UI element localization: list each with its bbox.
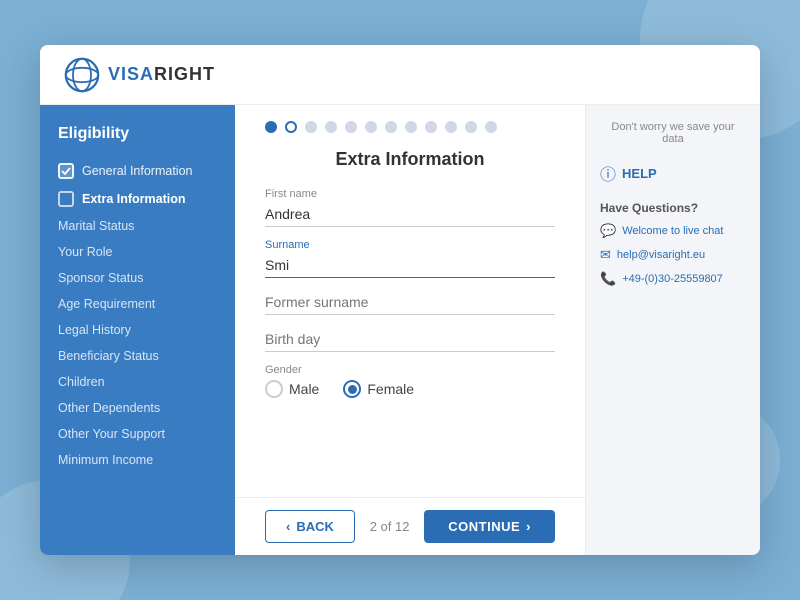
- firstname-field: First name: [265, 188, 555, 227]
- former-surname-field: [265, 290, 555, 315]
- email-icon: ✉: [600, 247, 611, 263]
- sidebar-item-legal[interactable]: Legal History: [40, 317, 235, 343]
- form-title: Extra Information: [265, 149, 555, 170]
- contact-phone[interactable]: 📞 +49-(0)30-25559807: [600, 271, 746, 287]
- radio-female-label: Female: [367, 381, 414, 397]
- birthday-input[interactable]: [265, 327, 555, 352]
- birthday-field: [265, 327, 555, 352]
- main-content: Extra Information First name Surname: [235, 105, 585, 497]
- sidebar-item-other-support[interactable]: Other Your Support: [40, 421, 235, 447]
- sidebar-item-other-dep[interactable]: Other Dependents: [40, 395, 235, 421]
- logo-text: VISARIGHT: [108, 64, 215, 85]
- back-button[interactable]: ‹ BACK: [265, 510, 355, 543]
- footer: ‹ BACK 2 of 12 CONTINUE ›: [235, 497, 585, 555]
- sidebar-item-marital[interactable]: Marital Status: [40, 213, 235, 239]
- phone-icon: 📞: [600, 271, 616, 287]
- continue-chevron-icon: ›: [526, 519, 531, 534]
- sidebar-item-age[interactable]: Age Requirement: [40, 291, 235, 317]
- sidebar-item-sponsor[interactable]: Sponsor Status: [40, 265, 235, 291]
- modal-window: VISARIGHT Eligibility General Informatio…: [40, 45, 760, 555]
- help-icon: ⓘ: [600, 161, 616, 185]
- right-panel: Don't worry we save your data ⓘ HELP Hav…: [585, 105, 760, 555]
- dot-10: [445, 121, 457, 133]
- sidebar-item-extra[interactable]: Extra Information: [40, 185, 235, 213]
- surname-field: Surname: [265, 239, 555, 278]
- firstname-input[interactable]: [265, 202, 555, 227]
- help-link[interactable]: HELP: [622, 166, 657, 181]
- sidebar-item-role[interactable]: Your Role: [40, 239, 235, 265]
- sidebar: Eligibility General Information Extra In…: [40, 105, 235, 555]
- sidebar-item-income[interactable]: Minimum Income: [40, 447, 235, 473]
- surname-label: Surname: [265, 239, 555, 251]
- surname-input[interactable]: [265, 253, 555, 278]
- gender-options: Male Female: [265, 380, 555, 398]
- radio-female-outer: [343, 380, 361, 398]
- logo-icon: [64, 57, 100, 93]
- chat-icon: 💬: [600, 223, 616, 239]
- former-surname-input[interactable]: [265, 290, 555, 315]
- dot-1: [265, 121, 277, 133]
- phone-link: +49-(0)30-25559807: [622, 273, 723, 285]
- help-section: ⓘ HELP: [600, 161, 746, 185]
- continue-button[interactable]: CONTINUE ›: [424, 510, 555, 543]
- sidebar-item-general[interactable]: General Information: [40, 157, 235, 185]
- check-icon-extra: [58, 191, 74, 207]
- gender-label: Gender: [265, 364, 555, 376]
- form-area: First name Surname: [265, 188, 555, 481]
- body: Eligibility General Information Extra In…: [40, 105, 760, 555]
- logo: VISARIGHT: [64, 57, 215, 93]
- gender-field: Gender Male Female: [265, 364, 555, 398]
- chat-link: Welcome to live chat: [622, 225, 723, 237]
- radio-male-label: Male: [289, 381, 319, 397]
- back-chevron-icon: ‹: [286, 519, 290, 534]
- sidebar-item-beneficiary[interactable]: Beneficiary Status: [40, 343, 235, 369]
- dot-12: [485, 121, 497, 133]
- dot-7: [385, 121, 397, 133]
- radio-female[interactable]: Female: [343, 380, 414, 398]
- dot-11: [465, 121, 477, 133]
- contact-chat[interactable]: 💬 Welcome to live chat: [600, 223, 746, 239]
- sidebar-title: Eligibility: [40, 125, 235, 157]
- dot-5: [345, 121, 357, 133]
- questions-title: Have Questions?: [600, 201, 746, 215]
- dot-3: [305, 121, 317, 133]
- header: VISARIGHT: [40, 45, 760, 105]
- dot-6: [365, 121, 377, 133]
- page-indicator: 2 of 12: [370, 519, 410, 534]
- email-link: help@visaright.eu: [617, 249, 705, 261]
- radio-female-inner: [348, 385, 357, 394]
- dot-9: [425, 121, 437, 133]
- firstname-label: First name: [265, 188, 555, 200]
- dot-8: [405, 121, 417, 133]
- questions-section: Have Questions? 💬 Welcome to live chat ✉…: [600, 201, 746, 295]
- radio-male[interactable]: Male: [265, 380, 319, 398]
- radio-male-outer: [265, 380, 283, 398]
- contact-email[interactable]: ✉ help@visaright.eu: [600, 247, 746, 263]
- save-notice: Don't worry we save your data: [600, 121, 746, 145]
- check-icon-general: [58, 163, 74, 179]
- progress-dots: [265, 121, 555, 133]
- dot-4: [325, 121, 337, 133]
- sidebar-item-children[interactable]: Children: [40, 369, 235, 395]
- dot-2: [285, 121, 297, 133]
